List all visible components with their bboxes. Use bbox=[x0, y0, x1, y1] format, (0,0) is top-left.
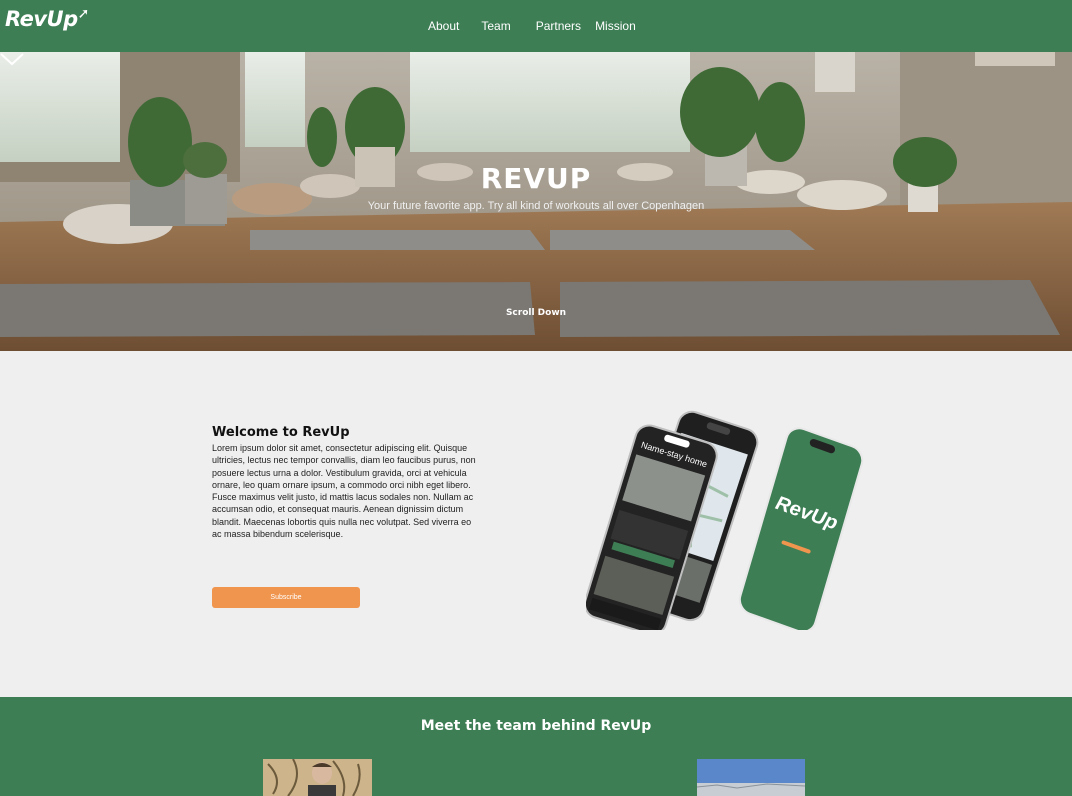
team-photo-landscape bbox=[697, 759, 805, 796]
hero-subtitle: Your future favorite app. Try all kind o… bbox=[367, 200, 705, 212]
team-member-photo bbox=[263, 759, 372, 796]
hero-banner: REVUP Your future favorite app. Try all … bbox=[0, 52, 1072, 351]
nav-link-mission[interactable]: Mission bbox=[595, 19, 636, 33]
top-navbar: RevUp➚ About Team Partners Mission bbox=[0, 0, 1072, 52]
nav-link-about[interactable]: About bbox=[428, 19, 459, 33]
logo-arrow-icon: ➚ bbox=[77, 6, 90, 22]
team-heading: Meet the team behind RevUp bbox=[420, 718, 652, 734]
hero-title: REVUP bbox=[480, 162, 592, 195]
nav-menu: About Team Partners Mission bbox=[428, 19, 636, 33]
nav-link-team[interactable]: Team bbox=[481, 19, 510, 33]
welcome-section: Welcome to RevUp Lorem ipsum dolor sit a… bbox=[212, 425, 482, 540]
app-phones-mockup: RevUp Name-stay home bbox=[586, 410, 864, 630]
logo-text: RevUp bbox=[5, 7, 78, 31]
subscribe-button[interactable]: Subscribe bbox=[212, 587, 360, 608]
welcome-heading: Welcome to RevUp bbox=[212, 425, 350, 440]
scroll-down-label[interactable]: Scroll Down bbox=[0, 308, 1072, 318]
chevron-down-icon[interactable] bbox=[0, 52, 24, 66]
nav-link-partners[interactable]: Partners bbox=[536, 19, 581, 33]
team-section: Meet the team behind RevUp bbox=[0, 697, 1072, 796]
welcome-body-text: Lorem ipsum dolor sit amet, consectetur … bbox=[212, 443, 476, 540]
revup-logo[interactable]: RevUp➚ bbox=[5, 6, 90, 31]
